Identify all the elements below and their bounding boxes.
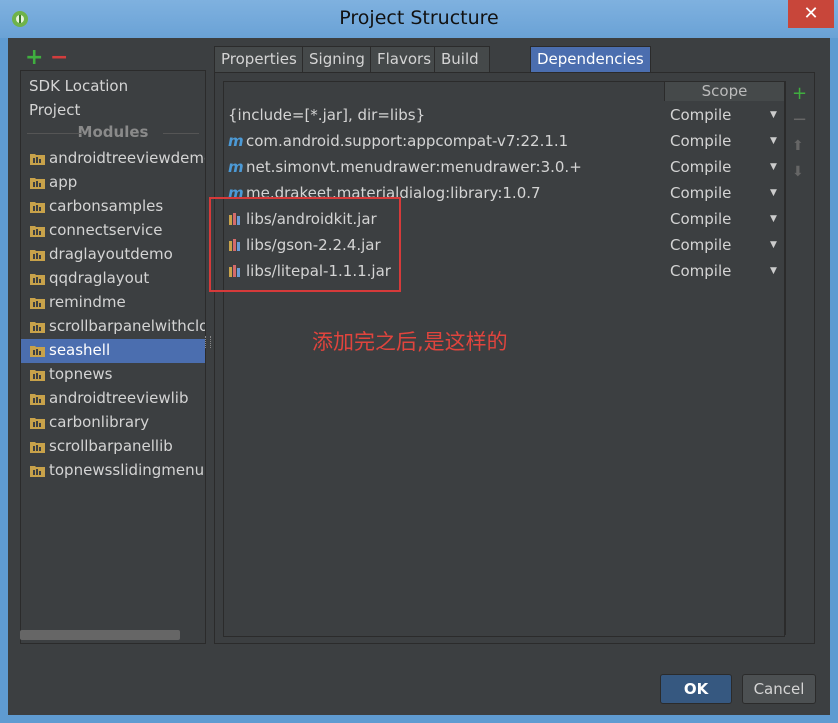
dependencies-panel: Scope {include=[*.jar], dir=libs} Compile… [214,72,815,644]
module-item[interactable]: topnewsslidingmenul [21,459,205,483]
dropdown-arrow-icon[interactable]: ▼ [770,232,777,258]
module-folder-icon [30,274,45,285]
close-button[interactable]: ✕ [788,0,834,28]
module-folder-icon [30,226,45,237]
dependency-row[interactable]: {include=[*.jar], dir=libs} Compile ▼ [224,102,784,128]
dropdown-arrow-icon[interactable]: ▼ [770,258,777,284]
module-item[interactable]: scrollbarpanellib [21,435,205,459]
remove-module-button[interactable]: − [50,47,68,69]
module-folder-icon [30,202,45,213]
module-folder-icon [30,442,45,453]
scope-value[interactable]: Compile [670,258,731,284]
scope-value[interactable]: Compile [670,206,731,232]
module-folder-icon [30,466,45,477]
module-item[interactable]: qqdraglayout [21,267,205,291]
scope-value[interactable]: Compile [670,232,731,258]
module-folder-icon [30,154,45,165]
dependency-toolbar: + − ⬆ ⬇ [785,81,812,635]
move-down-button[interactable]: ⬇ [792,163,804,181]
module-label: topnewsslidingmenul [49,461,206,479]
dropdown-arrow-icon[interactable]: ▼ [770,180,777,206]
tab-signing[interactable]: Signing [302,46,372,72]
tab-flavors[interactable]: Flavors [370,46,439,72]
maven-library-icon: m [228,158,244,176]
dropdown-arrow-icon[interactable]: ▼ [770,128,777,154]
module-label: seashell [49,341,111,359]
module-item[interactable]: seashell [21,339,205,363]
scope-value[interactable]: Compile [670,128,731,154]
module-folder-icon [30,178,45,189]
module-folder-icon [30,298,45,309]
scope-value[interactable]: Compile [670,154,731,180]
module-item[interactable]: topnews [21,363,205,387]
dependency-row[interactable]: m com.android.support:appcompat-v7:22.1.1… [224,128,784,154]
maven-library-icon: m [228,132,244,150]
add-dependency-button[interactable]: + [792,85,807,103]
module-folder-icon [30,418,45,429]
module-label: androidtreeviewlib [49,389,189,407]
sidebar-item-project[interactable]: Project [21,99,205,123]
cancel-button[interactable]: Cancel [742,674,816,704]
scope-value[interactable]: Compile [670,180,731,206]
module-label: scrollbarpanelwithclo [49,317,206,335]
ok-button[interactable]: OK [660,674,732,704]
sidebar-item-sdk-location[interactable]: SDK Location [21,75,205,99]
window-title: Project Structure [339,7,499,29]
add-module-button[interactable]: + [25,47,43,69]
module-folder-icon [30,394,45,405]
dependency-row[interactable]: m net.simonvt.menudrawer:menudrawer:3.0.+… [224,154,784,180]
module-label: carbonsamples [49,197,164,215]
module-label: carbonlibrary [49,413,150,431]
highlight-box [209,197,401,292]
module-item[interactable]: androidtreeviewdemo [21,147,205,171]
module-label: app [49,173,78,191]
module-item[interactable]: remindme [21,291,205,315]
annotation-text: 添加完之后,是这样的 [312,330,508,354]
module-label: topnews [49,365,113,383]
module-label: connectservice [49,221,163,239]
tab-dependencies[interactable]: Dependencies [530,46,651,72]
module-item[interactable]: connectservice [21,219,205,243]
module-folder-icon [30,322,45,333]
module-item[interactable]: draglayoutdemo [21,243,205,267]
scope-column-header[interactable]: Scope [664,82,784,101]
module-label: remindme [49,293,126,311]
module-item[interactable]: scrollbarpanelwithclo [21,315,205,339]
module-list-panel: SDK Location Project Modules androidtree… [20,70,206,644]
module-label: androidtreeviewdemo [49,149,206,167]
module-item[interactable]: app [21,171,205,195]
dropdown-arrow-icon[interactable]: ▼ [770,154,777,180]
tab-properties[interactable]: Properties [214,46,304,72]
dependency-name: {include=[*.jar], dir=libs} [228,106,426,124]
sidebar-item-label: Project [29,101,81,119]
module-label: qqdraglayout [49,269,150,287]
dependency-name: net.simonvt.menudrawer:menudrawer:3.0.+ [246,158,582,176]
dependencies-table: Scope {include=[*.jar], dir=libs} Compile… [223,81,785,637]
module-folder-icon [30,370,45,381]
move-up-button[interactable]: ⬆ [792,137,804,155]
title-bar: Project Structure ✕ [0,0,838,38]
module-item[interactable]: carbonsamples [21,195,205,219]
tab-build-types[interactable]: Build Types [434,46,491,93]
dropdown-arrow-icon[interactable]: ▼ [770,102,777,128]
module-label: scrollbarpanellib [49,437,173,455]
module-folder-icon [30,250,45,261]
module-item[interactable]: androidtreeviewlib [21,387,205,411]
dependency-name: com.android.support:appcompat-v7:22.1.1 [246,132,569,150]
horizontal-scrollbar[interactable] [20,630,180,640]
module-item[interactable]: carbonlibrary [21,411,205,435]
sidebar-item-label: SDK Location [29,77,129,95]
module-folder-icon [30,346,45,357]
modules-header: Modules [21,123,205,143]
dropdown-arrow-icon[interactable]: ▼ [770,206,777,232]
scope-value[interactable]: Compile [670,102,731,128]
splitter-handle[interactable] [205,336,211,348]
remove-dependency-button[interactable]: − [792,111,807,129]
module-label: draglayoutdemo [49,245,173,263]
